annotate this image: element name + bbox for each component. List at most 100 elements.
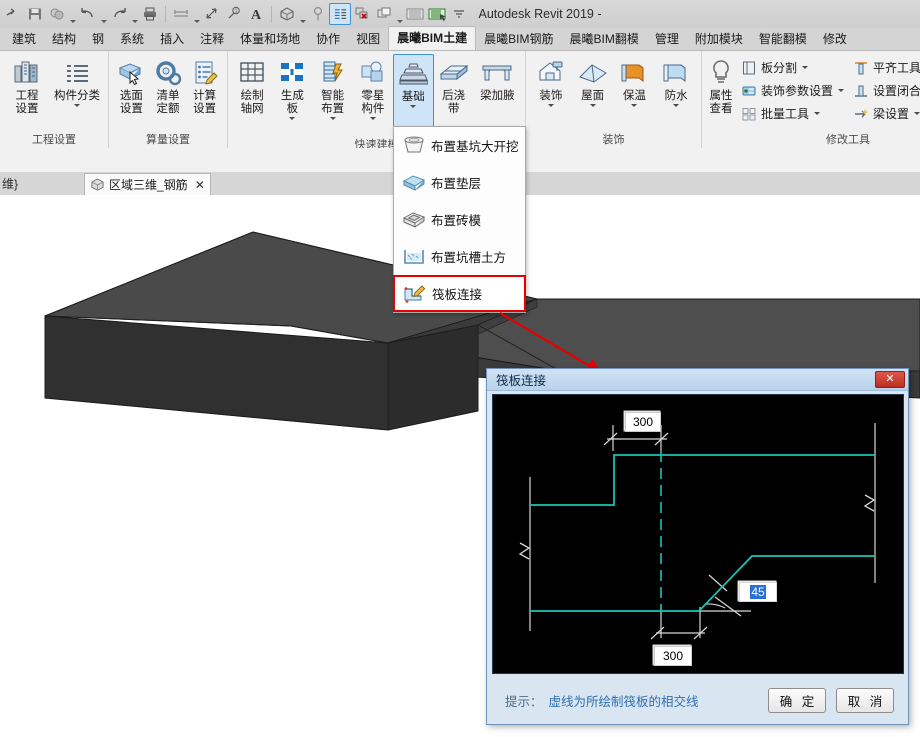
redo-dropdown-arrow[interactable]	[130, 0, 139, 31]
button-component-classification[interactable]: 构件分类	[50, 54, 104, 107]
button-decoration[interactable]: 装饰	[530, 54, 572, 107]
menu-item-trench-earthwork[interactable]: 布置坑槽土方	[394, 238, 525, 275]
tab-xiezuo[interactable]: 协作	[308, 28, 348, 50]
sync-dropdown-arrow[interactable]	[68, 0, 77, 31]
button-draw-grid[interactable]: 绘制 轴网	[232, 54, 272, 116]
sync-icon[interactable]	[46, 1, 68, 27]
chevron-down-icon[interactable]	[410, 105, 417, 108]
chevron-down-icon[interactable]	[74, 104, 80, 107]
button-smart-layout[interactable]: 智能 布置	[313, 54, 353, 120]
ribbon-gallery-active-icon[interactable]	[426, 1, 448, 27]
dialog-footer: 提示： 虚线为所绘制筏板的相交线 确 定 取 消	[487, 676, 908, 724]
view-dropdown-arrow[interactable]	[298, 0, 307, 31]
tab-jiegou[interactable]: 结构	[44, 28, 84, 50]
button-beam-settings[interactable]: 梁设置	[848, 102, 920, 125]
close-icon[interactable]: ✕	[195, 178, 205, 192]
view-tab-label: 区域三维_钢筋	[109, 178, 188, 192]
text-icon[interactable]: A	[245, 1, 267, 27]
tab-chenxi-bim-gangjin[interactable]: 晨曦BIM钢筋	[476, 28, 561, 50]
tab-fujia-mokuai[interactable]: 附加模块	[687, 28, 751, 50]
dimension-bottom-value-box[interactable]: 300	[654, 646, 692, 666]
calc-settings-icon	[190, 56, 220, 90]
button-waterproof[interactable]: 防水	[655, 54, 697, 107]
tab-shitu[interactable]: 视图	[348, 28, 388, 50]
button-property-view[interactable]: 属性 查看	[706, 54, 736, 116]
save-icon[interactable]	[24, 1, 46, 27]
button-post-cast-strip[interactable]: 后浇 带	[434, 54, 474, 116]
tab-chenxi-bim-tujian[interactable]: 晨曦BIM土建	[388, 26, 477, 50]
chevron-down-icon[interactable]	[547, 104, 554, 107]
aligned-dimension-icon[interactable]	[201, 1, 223, 27]
align-tool-icon	[852, 59, 870, 77]
measure-dropdown-arrow[interactable]	[192, 0, 201, 31]
cancel-button[interactable]: 取 消	[836, 687, 894, 713]
tab-xiugai[interactable]: 修改	[815, 28, 855, 50]
chevron-down-icon[interactable]	[631, 104, 638, 107]
undo-dropdown-arrow[interactable]	[99, 0, 108, 31]
tab-xitong[interactable]: 系统	[112, 28, 152, 50]
chevron-down-icon[interactable]	[673, 104, 680, 107]
menu-item-raft-connection[interactable]: 筏板连接	[393, 275, 526, 312]
measure-icon[interactable]	[170, 1, 192, 27]
section-icon[interactable]	[307, 1, 329, 27]
tag-icon[interactable]: 1	[223, 1, 245, 27]
tab-zhineng-fanmo[interactable]: 智能翻模	[751, 28, 815, 50]
open-icon[interactable]	[2, 1, 24, 27]
chevron-down-icon[interactable]	[369, 117, 376, 120]
button-misc-component[interactable]: 零星 构件	[353, 54, 393, 120]
chevron-down-icon[interactable]	[589, 104, 596, 107]
undo-icon[interactable]	[77, 1, 99, 27]
view-tab-truncated[interactable]: 维}	[0, 175, 84, 192]
ok-button[interactable]: 确 定	[768, 687, 826, 713]
view-tab-active[interactable]: 区域三维_钢筋 ✕	[84, 172, 211, 196]
dialog-diagram-canvas[interactable]: 300 300 45	[492, 394, 904, 674]
button-roof[interactable]: 屋面	[572, 54, 614, 107]
panel-title-project-settings: 工程设置	[32, 134, 76, 146]
ribbon-gallery-icon[interactable]	[404, 1, 426, 27]
button-set-closure[interactable]: 设置闭合	[848, 79, 920, 102]
tab-guanli[interactable]: 管理	[647, 28, 687, 50]
button-slab-split[interactable]: 板分割	[736, 56, 848, 79]
default-3d-view-icon[interactable]	[276, 1, 298, 27]
chevron-down-icon[interactable]	[838, 89, 845, 92]
button-face-selection[interactable]: 选面 设置	[113, 54, 150, 116]
button-align-tool[interactable]: 平齐工具	[848, 56, 920, 79]
tab-zhushi[interactable]: 注释	[192, 28, 232, 50]
customize-qat-icon[interactable]	[448, 1, 470, 27]
button-batch-tools[interactable]: 批量工具	[736, 102, 848, 125]
button-quota[interactable]: 清单 定额	[150, 54, 187, 116]
menu-item-brick-form[interactable]: 布置砖模	[394, 201, 525, 238]
menu-item-cushion-layer[interactable]: 布置垫层	[394, 164, 525, 201]
chevron-down-icon[interactable]	[814, 112, 821, 115]
foundation-dropdown-menu[interactable]: 布置基坑大开挖 布置垫层 布置砖模 布置坑槽土方 筏板连接	[393, 126, 526, 313]
thin-lines-icon[interactable]	[329, 3, 351, 25]
close-hidden-windows-icon[interactable]	[351, 1, 373, 27]
button-beam-haunch[interactable]: 梁加腋	[474, 54, 521, 103]
redo-icon[interactable]	[108, 1, 130, 27]
dimension-top-value-box[interactable]: 300	[625, 412, 661, 432]
button-project-settings[interactable]: 工程 设置	[4, 54, 50, 116]
button-calc-settings[interactable]: 计算 设置	[186, 54, 223, 116]
switch-windows-icon[interactable]	[373, 1, 395, 27]
menu-item-pit-excavation[interactable]: 布置基坑大开挖	[394, 127, 525, 164]
foundation-icon	[398, 57, 429, 91]
chevron-down-icon[interactable]	[914, 112, 920, 115]
button-decoration-params[interactable]: 装饰参数设置	[736, 79, 848, 102]
small-button-label: 批量工具	[761, 107, 810, 121]
chevron-down-icon[interactable]	[289, 117, 296, 120]
tab-gang[interactable]: 钢	[84, 28, 112, 50]
print-icon[interactable]	[139, 1, 161, 27]
angle-value-box[interactable]: 45	[739, 582, 777, 602]
tab-jianzhu[interactable]: 建筑	[4, 28, 44, 50]
chevron-down-icon[interactable]	[329, 117, 336, 120]
tab-charu[interactable]: 插入	[152, 28, 192, 50]
qat-separator-1	[165, 5, 166, 23]
raft-connection-dialog[interactable]: 筏板连接 ✕ 300 300 45 提示： 虚线为所绘制筏板的相交线 确 定 取…	[486, 368, 909, 725]
tab-tiliang-changdi[interactable]: 体量和场地	[232, 28, 308, 50]
button-generate-slab[interactable]: 生成 板	[272, 54, 312, 120]
button-label-line1: 清单	[156, 90, 180, 102]
close-icon[interactable]: ✕	[875, 371, 905, 388]
tab-chenxi-bim-fanmo[interactable]: 晨曦BIM翻模	[561, 28, 646, 50]
button-insulation[interactable]: 保温	[614, 54, 656, 107]
chevron-down-icon[interactable]	[802, 66, 809, 69]
